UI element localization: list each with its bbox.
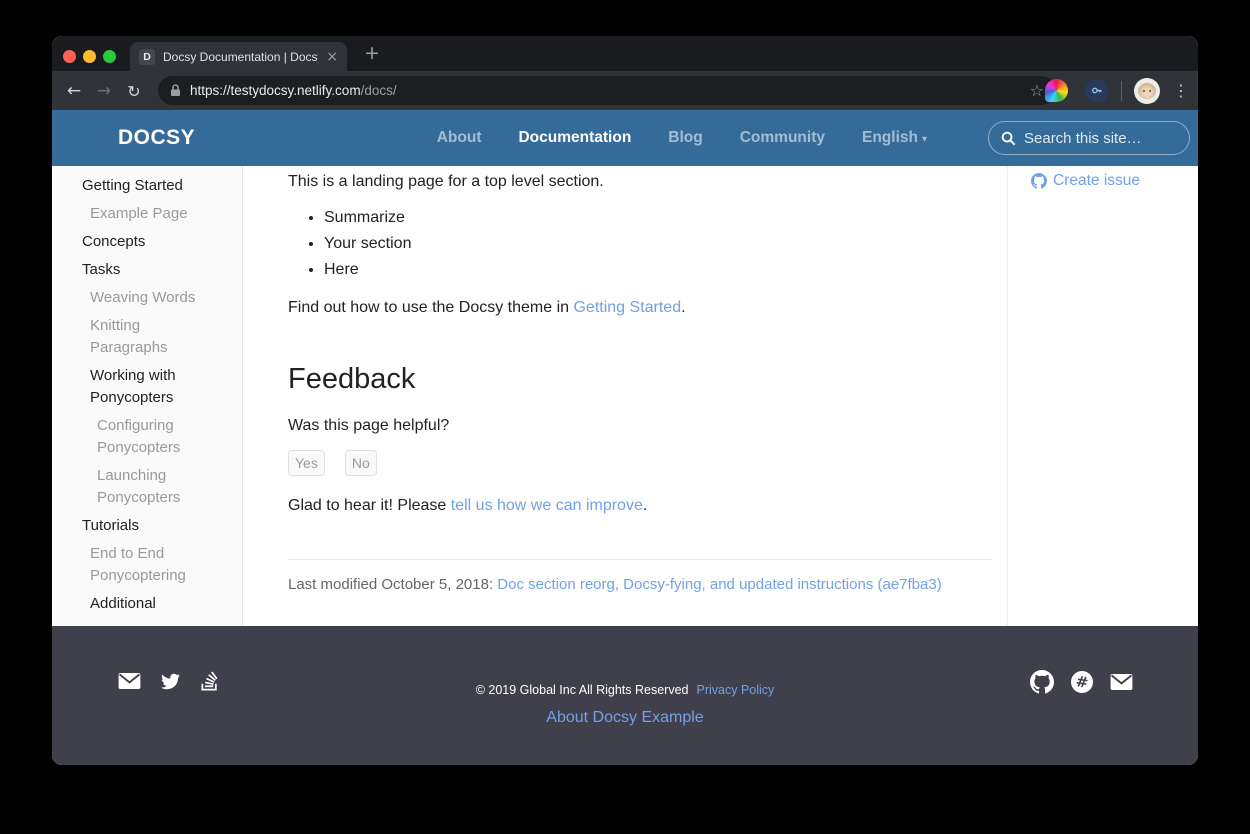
feedback-heading: Feedback <box>288 360 992 398</box>
no-button[interactable]: No <box>345 450 377 476</box>
tab-close-icon[interactable]: × <box>326 50 338 64</box>
tab-favicon: D <box>139 49 155 65</box>
footer-center: © 2019 Global Inc All Rights Reserved Pri… <box>52 626 1198 728</box>
sidebar-item-launching-ponycopters[interactable]: Launching Ponycopters <box>52 465 242 509</box>
close-window-button[interactable] <box>63 50 76 63</box>
address-bar[interactable]: https://testydocsy.netlify.com/docs/ ☆ <box>158 76 1056 105</box>
nav-link-about[interactable]: About <box>437 129 482 147</box>
github-icon <box>1031 173 1047 189</box>
sidebar-nav: Getting Started Example Page Concepts Ta… <box>52 166 243 626</box>
zoom-window-button[interactable] <box>103 50 116 63</box>
privacy-policy-link[interactable]: Privacy Policy <box>697 683 775 697</box>
lock-icon <box>170 84 181 97</box>
yes-button[interactable]: Yes <box>288 450 325 476</box>
improve-link[interactable]: tell us how we can improve <box>451 497 643 514</box>
reload-icon[interactable]: ↻ <box>122 79 146 103</box>
feedback-buttons: Yes No <box>288 450 992 476</box>
bullet-list: Summarize Your section Here <box>288 205 992 283</box>
browser-window: D Docsy Documentation | Docsy × + ← → ↻ … <box>52 36 1198 765</box>
slack-icon[interactable]: # <box>1071 671 1093 693</box>
github-icon[interactable] <box>1030 670 1054 694</box>
nav-link-documentation[interactable]: Documentation <box>518 129 631 147</box>
sidebar-item-configuring-ponycopters[interactable]: Configuring Ponycopters <box>52 415 242 459</box>
extensions-area: ⋮ <box>1045 71 1189 110</box>
copyright-text: © 2019 Global Inc All Rights Reserved <box>476 683 689 697</box>
footer-social-right: # <box>1030 670 1133 694</box>
tab-strip: D Docsy Documentation | Docsy × + <box>52 36 1198 71</box>
last-modified: Last modified October 5, 2018: Doc secti… <box>288 573 992 597</box>
sidebar-item-weaving-words[interactable]: Weaving Words <box>52 287 242 309</box>
bullet-item: Your section <box>324 231 992 257</box>
url-text: https://testydocsy.netlify.com/docs/ <box>190 83 397 98</box>
sidebar-item-knitting-paragraphs[interactable]: Knitting Paragraphs <box>52 315 242 359</box>
bookmark-star-icon[interactable]: ☆ <box>1030 81 1044 100</box>
profile-avatar[interactable] <box>1134 78 1160 104</box>
right-sidebar: Create issue <box>1007 166 1198 626</box>
brand-logo[interactable]: DOCSY <box>118 126 195 150</box>
site-navbar: DOCSY About Documentation Blog Community… <box>52 110 1198 166</box>
commit-link[interactable]: Doc section reorg, Docsy-fying, and upda… <box>497 576 941 593</box>
sidebar-item-additional[interactable]: Additional <box>52 593 242 615</box>
getting-started-link[interactable]: Getting Started <box>573 299 681 316</box>
sidebar-item-end-to-end-ponycoptering[interactable]: End to End Ponycoptering <box>52 543 242 587</box>
content-area: Getting Started Example Page Concepts Ta… <box>52 166 1198 626</box>
sidebar-item-example-page[interactable]: Example Page <box>52 203 242 225</box>
browser-tab[interactable]: D Docsy Documentation | Docsy × <box>130 42 347 71</box>
feedback-response: Glad to hear it! Please tell us how we c… <box>288 494 992 518</box>
feedback-question: Was this page helpful? <box>288 414 992 438</box>
new-tab-button[interactable]: + <box>360 40 384 66</box>
search-input[interactable] <box>1024 130 1177 147</box>
url-host: https://testydocsy.netlify.com <box>190 83 361 98</box>
main-content: This is a landing page for a top level s… <box>243 166 1007 626</box>
toolbar-separator <box>1121 81 1122 101</box>
minimize-window-button[interactable] <box>83 50 96 63</box>
sidebar-item-tutorials[interactable]: Tutorials <box>52 515 242 537</box>
search-box[interactable] <box>988 121 1190 155</box>
chevron-down-icon: ▾ <box>922 134 927 145</box>
nav-link-blog[interactable]: Blog <box>668 129 702 147</box>
sidebar-item-working-with-ponycopters[interactable]: Working with Ponycopters <box>52 365 242 409</box>
browser-toolbar: ← → ↻ https://testydocsy.netlify.com/doc… <box>52 71 1198 110</box>
language-dropdown[interactable]: English▾ <box>862 129 927 147</box>
nav-links: About Documentation Blog Community Engli… <box>437 121 1190 155</box>
create-issue-link[interactable]: Create issue <box>1031 172 1140 190</box>
color-wheel-extension-icon[interactable] <box>1045 79 1068 102</box>
sidebar-item-tasks[interactable]: Tasks <box>52 259 242 281</box>
bullet-item: Here <box>324 257 992 283</box>
password-key-extension-icon[interactable] <box>1085 79 1108 102</box>
back-icon[interactable]: ← <box>62 79 86 103</box>
about-docsy-link[interactable]: About Docsy Example <box>546 709 703 726</box>
nav-link-community[interactable]: Community <box>740 129 825 147</box>
sidebar-item-getting-started[interactable]: Getting Started <box>52 175 242 197</box>
findout-text: Find out how to use the Docsy theme in G… <box>288 296 992 320</box>
content-divider <box>288 559 992 560</box>
site-footer: © 2019 Global Inc All Rights Reserved Pri… <box>52 626 1198 765</box>
browser-menu-icon[interactable]: ⋮ <box>1173 81 1189 100</box>
forward-icon[interactable]: → <box>92 79 116 103</box>
tab-title: Docsy Documentation | Docsy <box>163 50 318 64</box>
sidebar-item-concepts[interactable]: Concepts <box>52 231 242 253</box>
intro-text: This is a landing page for a top level s… <box>288 170 992 194</box>
mail-icon[interactable] <box>1110 673 1133 691</box>
bullet-item: Summarize <box>324 205 992 231</box>
search-icon <box>1001 131 1016 146</box>
url-path: /docs/ <box>361 83 397 98</box>
